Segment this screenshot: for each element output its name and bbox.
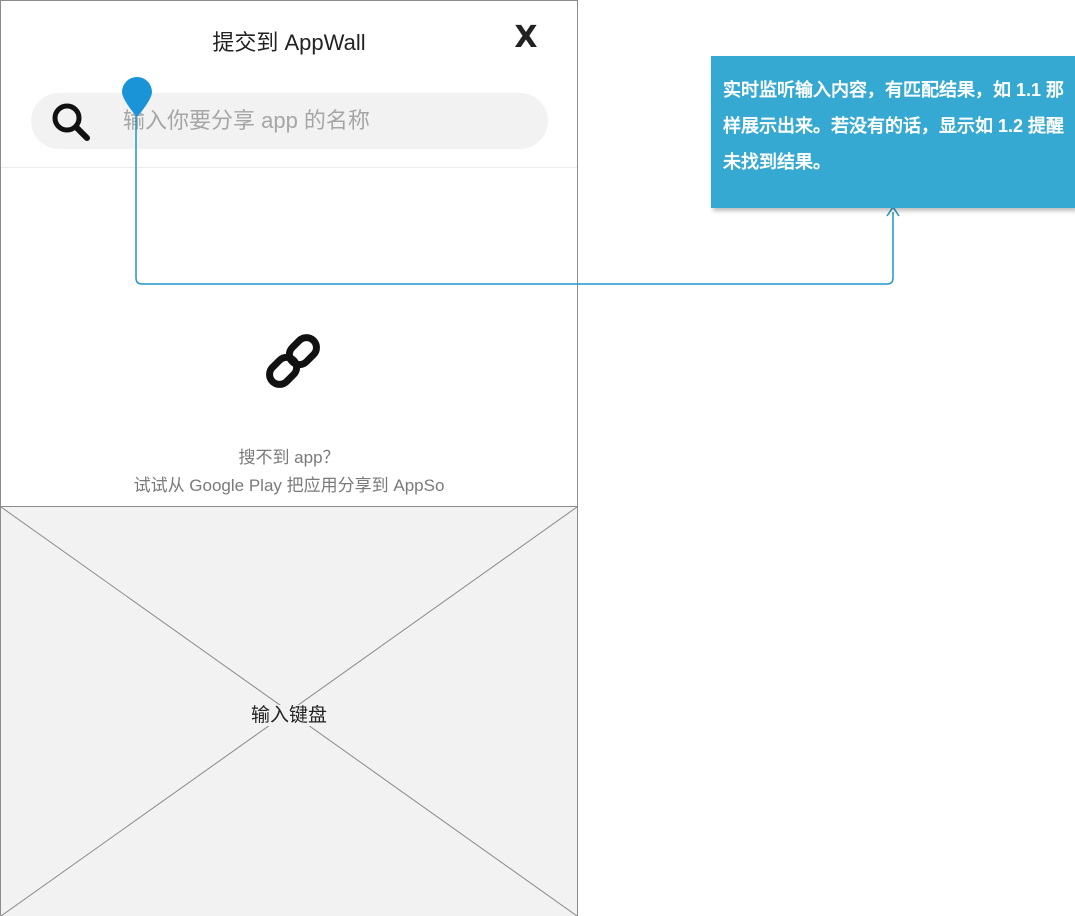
search-bar[interactable]	[31, 93, 548, 149]
page-title: 提交到 AppWall	[212, 30, 366, 55]
share-hint-message: 试试从 Google Play 把应用分享到 AppSo	[133, 476, 445, 495]
close-button[interactable]: X	[510, 19, 542, 57]
not-found-message: 搜不到 app？	[238, 448, 340, 467]
link-icon	[266, 334, 320, 388]
search-icon[interactable]	[49, 100, 93, 144]
annotation-note: 实时监听输入内容，有匹配结果，如 1.1 那样展示出来。若没有的话，显示如 1.…	[711, 56, 1075, 208]
wireframe-canvas: 提交到 AppWall X 搜不到 app？ 试试从 Google Play 把…	[0, 0, 1075, 916]
search-input[interactable]	[123, 93, 533, 149]
map-pin-icon	[122, 77, 152, 117]
keyboard-label: 输入键盘	[246, 705, 331, 726]
keyboard-placeholder: 输入键盘	[1, 506, 577, 916]
submit-header: 提交到 AppWall X	[1, 1, 577, 168]
phone-screen: 提交到 AppWall X 搜不到 app？ 试试从 Google Play 把…	[0, 0, 578, 916]
